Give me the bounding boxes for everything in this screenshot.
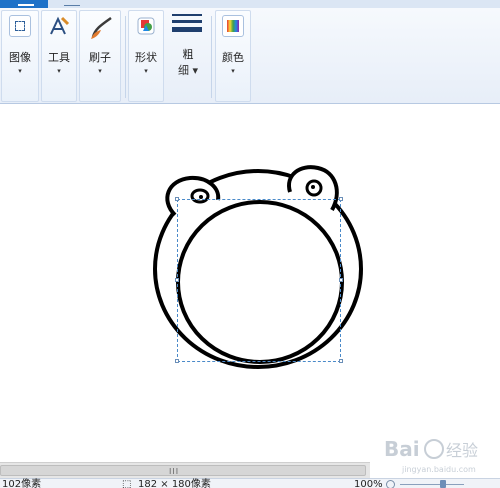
status-bar: 102像素 ⬚ 182 × 180像素 100% [0,478,500,488]
cursor-position: 102像素 [2,479,42,488]
selection-handle[interactable] [175,278,179,282]
selection-handle[interactable] [175,197,179,201]
selection-handle[interactable] [175,359,179,363]
scrollbar-thumb[interactable]: III [0,465,366,476]
selection-handle[interactable] [339,278,343,282]
zoom-slider-thumb[interactable] [440,480,446,488]
selection-size-icon: ⬚ [122,479,132,488]
selection-size: 182 × 180像素 [138,479,211,488]
baidu-watermark-logo: Bai 经验 jingyan.baidu.com [384,437,478,474]
horizontal-scrollbar[interactable]: III [0,462,370,478]
zoom-out-icon[interactable] [386,480,395,488]
selection-handle[interactable] [339,197,343,201]
zoom-slider[interactable] [400,484,464,485]
svg-text:经验: 经验 [446,441,478,460]
svg-text:jingyan.baidu.com: jingyan.baidu.com [401,465,476,474]
selection-rectangle[interactable] [177,199,341,362]
selection-handle[interactable] [339,359,343,363]
frog-right-pupil [311,185,315,189]
zoom-level: 100% [354,479,383,488]
svg-text:Bai: Bai [384,437,420,461]
scrollbar-grip: III [169,467,180,476]
